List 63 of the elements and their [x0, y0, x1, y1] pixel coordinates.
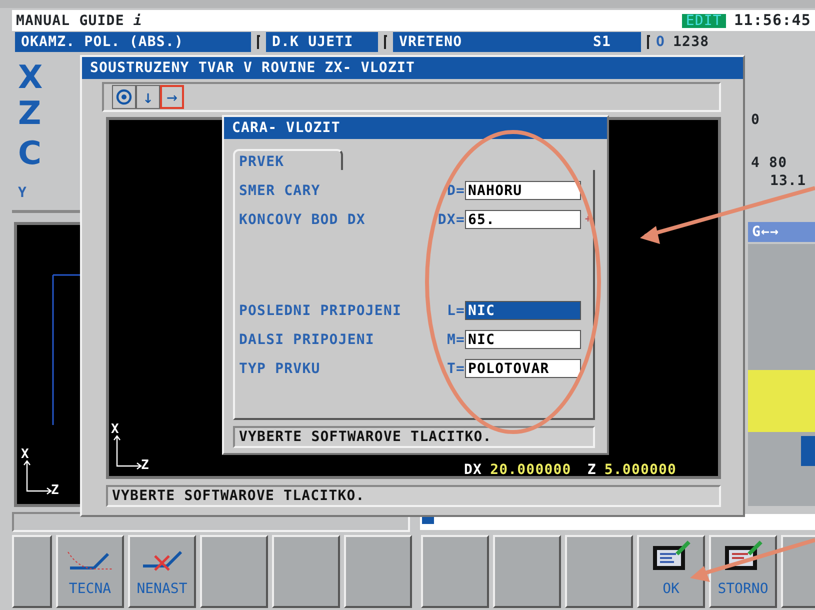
tool-button[interactable]: →	[160, 85, 184, 109]
field-label: SMER CARY	[238, 184, 322, 198]
program-number: 1238	[673, 35, 710, 49]
readout-value: 0	[751, 113, 760, 127]
softkey[interactable]	[781, 535, 815, 608]
input-field[interactable]: NIC	[465, 330, 581, 349]
tool-button[interactable]: ↓	[136, 85, 160, 109]
softkey[interactable]: OK	[637, 535, 705, 608]
clock-time: 11:56:45	[734, 13, 811, 28]
field-prefix: L=	[446, 304, 465, 318]
dialog-title: SOUSTRUZENY TVAR V ROVINE ZX- VLOZIT	[82, 57, 743, 79]
input-field[interactable]: NIC	[465, 301, 581, 320]
axis-label: X	[111, 421, 119, 439]
highlight-block	[801, 436, 815, 466]
softkey[interactable]	[12, 535, 52, 608]
readout-label: Z	[587, 463, 596, 477]
softkey[interactable]: TECNA	[56, 535, 124, 608]
window-pen-icon	[724, 540, 762, 571]
input-field[interactable]: 65.	[465, 210, 581, 229]
axis-arrows-drawing	[113, 434, 143, 470]
softkey[interactable]	[565, 535, 633, 608]
form-tab[interactable]: PRVEK	[233, 149, 343, 170]
field-prefix: D=	[446, 184, 465, 198]
mode-indicator: EDIT	[682, 14, 726, 28]
softkey[interactable]: STORNO	[709, 535, 777, 608]
axis-label: C	[18, 137, 42, 169]
crossed-curve-icon	[142, 550, 182, 571]
field-prefix: M=	[446, 332, 465, 346]
field-label: DALSI PRIPOJENI	[238, 332, 376, 346]
program-prefix: O	[656, 35, 666, 49]
field-label: KONCOVY BOD DX	[238, 212, 366, 226]
axis-label: X	[18, 61, 43, 93]
field-prefix: T=	[446, 362, 465, 376]
axis-label: Y	[18, 184, 26, 203]
input-field[interactable]: NAHORU	[465, 181, 581, 200]
input-field[interactable]: POLOTOVAR	[465, 359, 581, 378]
app-title: MANUAL GUIDE i	[15, 14, 142, 28]
softkey[interactable]: NENAST	[128, 535, 196, 608]
field-label: POSLEDNI PRIPOJENI	[238, 304, 403, 318]
highlight-block	[748, 370, 815, 432]
target-icon	[116, 89, 132, 105]
readout-value: 20.000000	[490, 463, 572, 477]
field-prefix: DX=	[436, 212, 465, 226]
readout-value: 5.000000	[604, 463, 677, 477]
window-pen-icon	[652, 540, 690, 571]
subdialog-title: CARA- VLOZIT	[224, 117, 607, 139]
axis-label: X	[21, 446, 29, 464]
softkey[interactable]	[272, 535, 340, 608]
readout-value: 13.1	[770, 174, 806, 188]
softkey[interactable]	[200, 535, 268, 608]
axis-label: Z	[18, 97, 42, 129]
readout-value: 4 80	[751, 156, 788, 170]
axis-label: Z	[51, 482, 59, 500]
field-label: TYP PRVKU	[238, 362, 322, 376]
axis-label: Z	[141, 457, 149, 475]
tangent-curve-icon	[67, 550, 113, 571]
softkey[interactable]	[493, 535, 561, 608]
readout-label: DX	[464, 463, 482, 477]
spindle-label: S1	[592, 35, 611, 49]
axis-arrows-drawing	[23, 459, 53, 495]
softkey[interactable]	[344, 535, 412, 608]
tool-button[interactable]	[112, 85, 136, 109]
softkey[interactable]	[421, 535, 489, 608]
